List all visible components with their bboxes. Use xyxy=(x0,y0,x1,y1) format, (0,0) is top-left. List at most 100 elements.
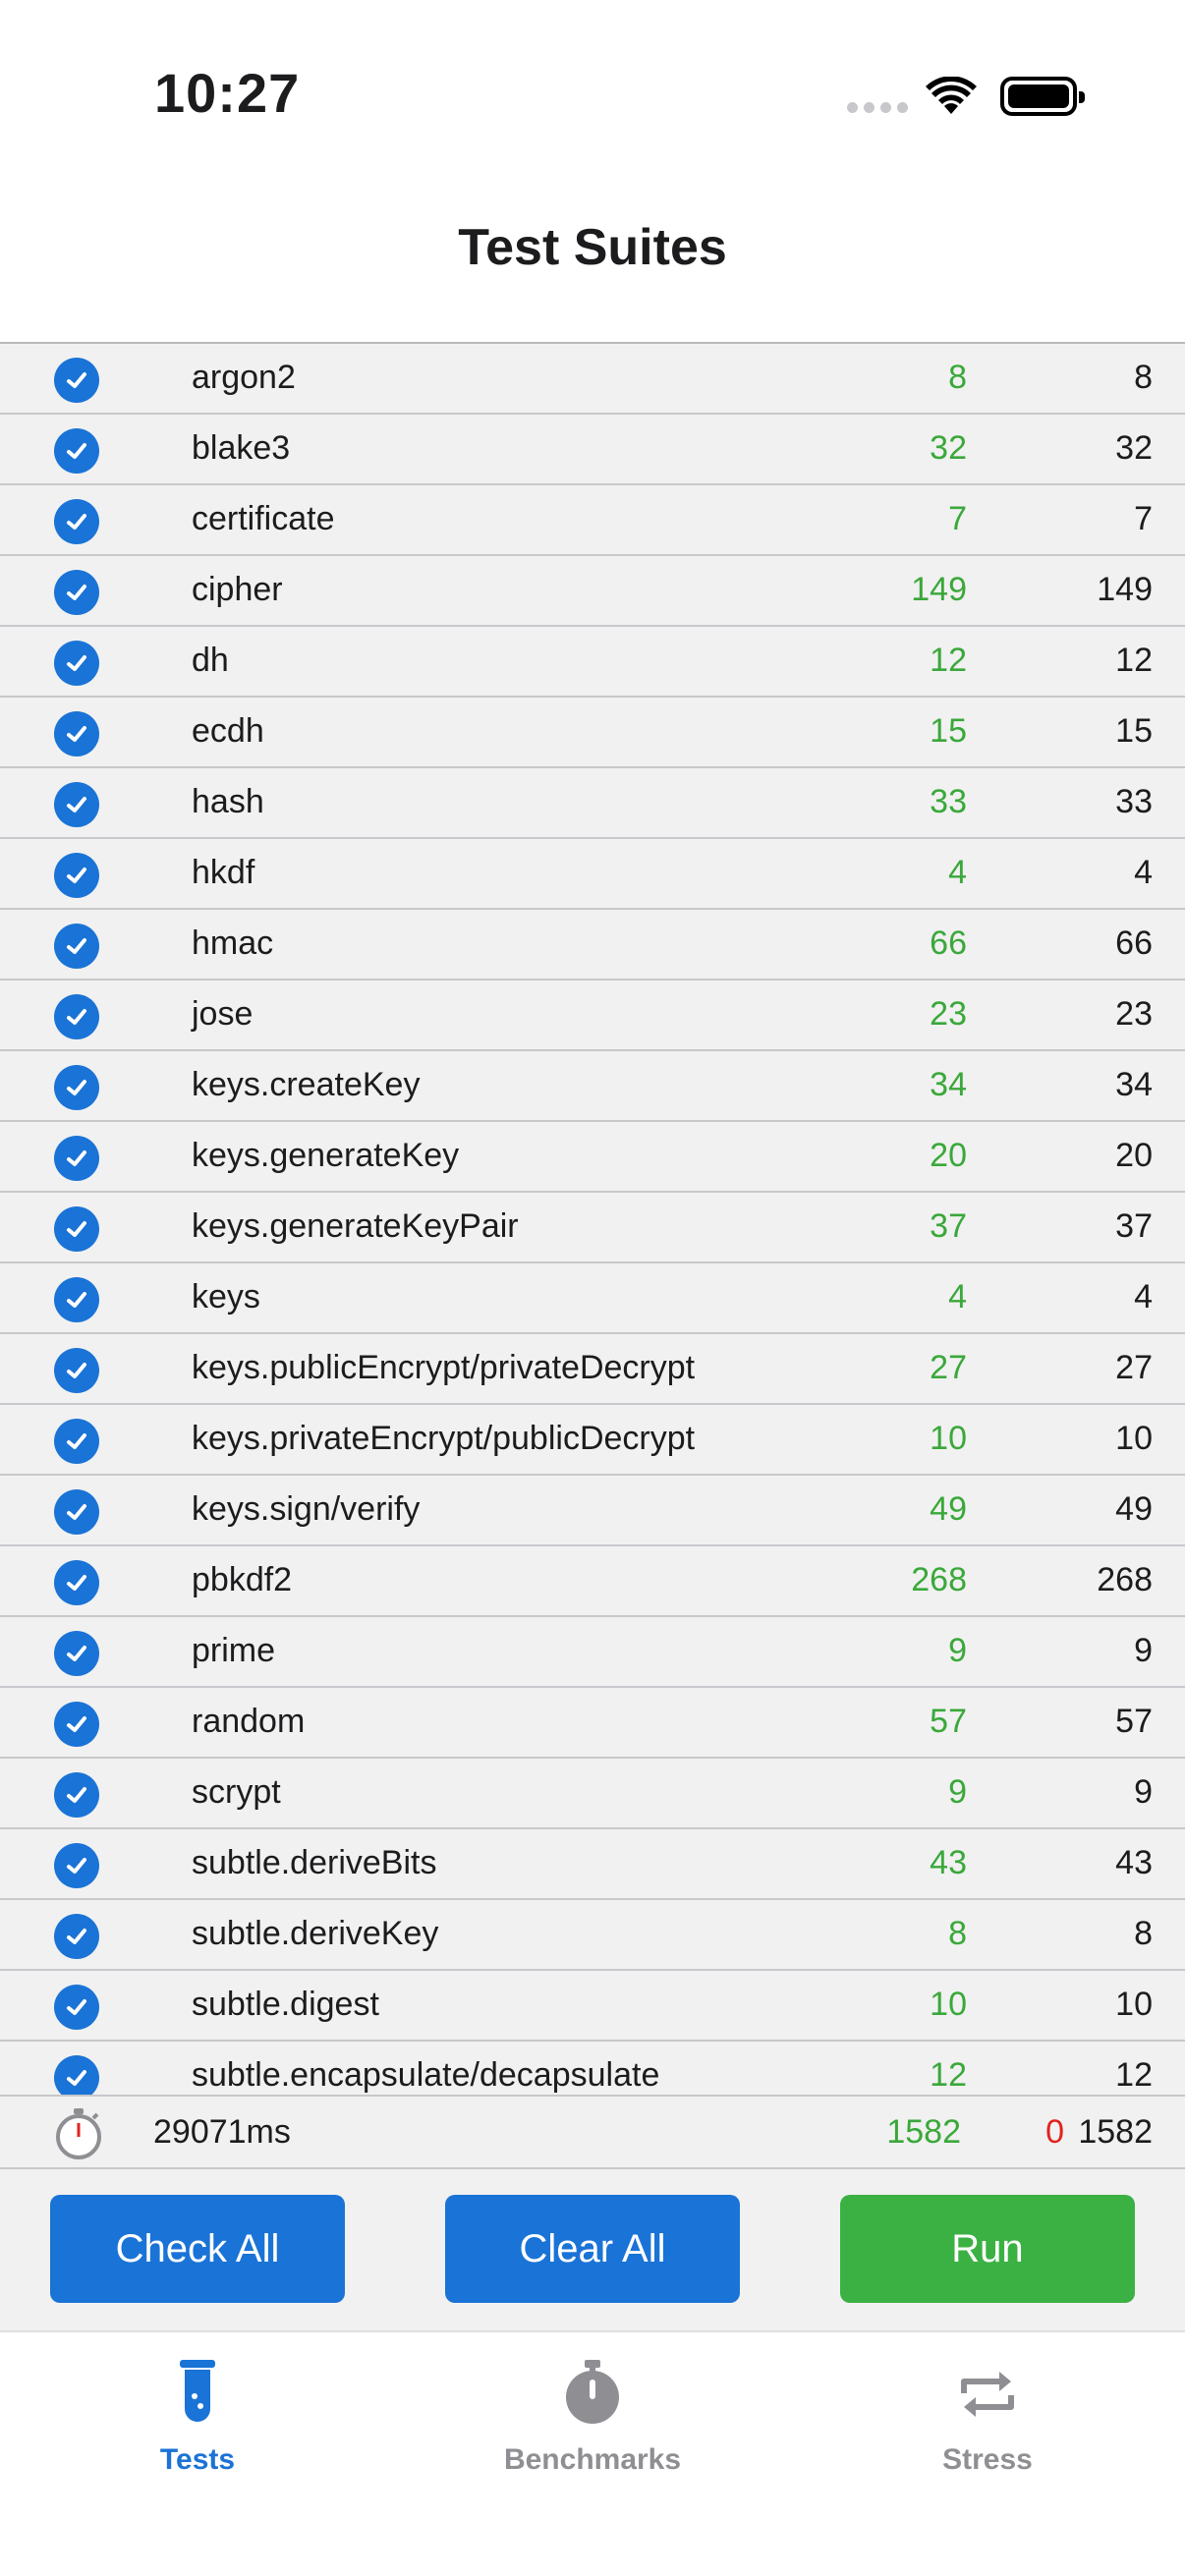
suite-total-count: 4 xyxy=(1134,1278,1153,1316)
checkbox-checked-icon[interactable] xyxy=(54,641,99,686)
table-row[interactable]: prime 9 9 xyxy=(0,1617,1185,1688)
elapsed-time: 29071ms xyxy=(153,2113,291,2151)
checkbox-checked-icon[interactable] xyxy=(54,570,99,615)
table-row[interactable]: jose 23 23 xyxy=(0,980,1185,1051)
status-time: 10:27 xyxy=(154,62,301,124)
suite-total-count: 49 xyxy=(1115,1490,1153,1528)
suite-total-count: 149 xyxy=(1097,571,1153,608)
checkbox-checked-icon[interactable] xyxy=(54,1702,99,1747)
tab-benchmarks-label: Benchmarks xyxy=(503,2443,682,2476)
suite-name: subtle.deriveKey xyxy=(192,1915,439,1952)
suite-passed-count: 43 xyxy=(930,1844,967,1881)
checkbox-checked-icon[interactable] xyxy=(54,2055,99,2095)
wifi-icon xyxy=(926,76,977,121)
total-failed-count: 0 xyxy=(1045,2113,1064,2151)
suite-total-count: 37 xyxy=(1115,1207,1153,1245)
suite-passed-count: 4 xyxy=(948,1278,967,1316)
suite-passed-count: 20 xyxy=(930,1137,967,1174)
summary-row: 29071ms 1582 0 1582 xyxy=(0,2095,1185,2169)
suite-name: dh xyxy=(192,642,229,679)
checkbox-checked-icon[interactable] xyxy=(54,1348,99,1393)
table-row[interactable]: dh 12 12 xyxy=(0,627,1185,698)
table-row[interactable]: cipher 149 149 xyxy=(0,556,1185,627)
clear-all-button[interactable]: Clear All xyxy=(445,2195,740,2303)
table-row[interactable]: subtle.digest 10 10 xyxy=(0,1971,1185,2042)
checkbox-checked-icon[interactable] xyxy=(54,1631,99,1676)
checkbox-checked-icon[interactable] xyxy=(54,782,99,827)
checkbox-checked-icon[interactable] xyxy=(54,499,99,544)
run-button[interactable]: Run xyxy=(840,2195,1135,2303)
suite-passed-count: 268 xyxy=(911,1561,967,1598)
suite-total-count: 27 xyxy=(1115,1349,1153,1386)
table-row[interactable]: random 57 57 xyxy=(0,1688,1185,1759)
checkbox-checked-icon[interactable] xyxy=(54,994,99,1039)
suite-name: keys xyxy=(192,1278,260,1316)
table-row[interactable]: hkdf 4 4 xyxy=(0,839,1185,910)
checkbox-checked-icon[interactable] xyxy=(54,853,99,898)
table-row[interactable]: keys.publicEncrypt/privateDecrypt 27 27 xyxy=(0,1334,1185,1405)
suite-name: hmac xyxy=(192,924,274,962)
table-row[interactable]: keys.sign/verify 49 49 xyxy=(0,1476,1185,1546)
checkbox-checked-icon[interactable] xyxy=(54,1206,99,1252)
checkbox-checked-icon[interactable] xyxy=(54,1560,99,1605)
checkbox-checked-icon[interactable] xyxy=(54,1065,99,1110)
table-row[interactable]: blake3 32 32 xyxy=(0,415,1185,485)
suite-name: hash xyxy=(192,783,264,820)
suite-passed-count: 32 xyxy=(930,429,967,467)
suite-name: subtle.deriveBits xyxy=(192,1844,437,1881)
checkbox-checked-icon[interactable] xyxy=(54,711,99,756)
checkbox-checked-icon[interactable] xyxy=(54,1136,99,1181)
checkbox-checked-icon[interactable] xyxy=(54,1419,99,1464)
table-row[interactable]: keys.generateKey 20 20 xyxy=(0,1122,1185,1193)
suite-total-count: 32 xyxy=(1115,429,1153,467)
checkbox-checked-icon[interactable] xyxy=(54,1985,99,2030)
table-row[interactable]: certificate 7 7 xyxy=(0,485,1185,556)
suite-total-count: 7 xyxy=(1134,500,1153,537)
table-row[interactable]: keys.generateKeyPair 37 37 xyxy=(0,1193,1185,1263)
table-row[interactable]: hmac 66 66 xyxy=(0,910,1185,980)
tab-stress[interactable]: Stress xyxy=(790,2332,1185,2490)
checkbox-checked-icon[interactable] xyxy=(54,358,99,403)
check-all-button[interactable]: Check All xyxy=(50,2195,345,2303)
table-row[interactable]: subtle.encapsulate/decapsulate 12 12 xyxy=(0,2042,1185,2095)
repeat-icon xyxy=(790,2360,1185,2430)
tab-benchmarks[interactable]: Benchmarks xyxy=(395,2332,790,2490)
checkbox-checked-icon[interactable] xyxy=(54,924,99,969)
suite-name: argon2 xyxy=(192,359,296,396)
suite-name: keys.publicEncrypt/privateDecrypt xyxy=(192,1349,696,1386)
action-bar: Check All Clear All Run xyxy=(0,2169,1185,2330)
suite-name: subtle.digest xyxy=(192,1986,379,2023)
suite-passed-count: 9 xyxy=(948,1632,967,1669)
suite-total-count: 23 xyxy=(1115,995,1153,1033)
checkbox-checked-icon[interactable] xyxy=(54,428,99,474)
table-row[interactable]: ecdh 15 15 xyxy=(0,698,1185,768)
table-row[interactable]: pbkdf2 268 268 xyxy=(0,1546,1185,1617)
table-row[interactable]: subtle.deriveKey 8 8 xyxy=(0,1900,1185,1971)
total-passed-count: 1582 xyxy=(886,2113,961,2151)
tab-tests[interactable]: Tests xyxy=(0,2332,395,2490)
suite-passed-count: 37 xyxy=(930,1207,967,1245)
suite-list[interactable]: argon2 8 8 blake3 32 32 certificate 7 7 cipher 149… xyxy=(0,344,1185,2095)
suite-total-count: 12 xyxy=(1115,642,1153,679)
suite-name: certificate xyxy=(192,500,335,537)
table-row[interactable]: subtle.deriveBits 43 43 xyxy=(0,1829,1185,1900)
checkbox-checked-icon[interactable] xyxy=(54,1277,99,1322)
checkbox-checked-icon[interactable] xyxy=(54,1772,99,1818)
suite-name: keys.sign/verify xyxy=(192,1490,421,1528)
suite-passed-count: 7 xyxy=(948,500,967,537)
suite-passed-count: 10 xyxy=(930,1986,967,2023)
table-row[interactable]: argon2 8 8 xyxy=(0,344,1185,415)
checkbox-checked-icon[interactable] xyxy=(54,1843,99,1888)
table-row[interactable]: keys 4 4 xyxy=(0,1263,1185,1334)
suite-passed-count: 12 xyxy=(930,642,967,679)
table-row[interactable]: scrypt 9 9 xyxy=(0,1759,1185,1829)
table-row[interactable]: keys.createKey 34 34 xyxy=(0,1051,1185,1122)
suite-passed-count: 33 xyxy=(930,783,967,820)
suite-passed-count: 49 xyxy=(930,1490,967,1528)
suite-total-count: 4 xyxy=(1134,854,1153,891)
table-row[interactable]: hash 33 33 xyxy=(0,768,1185,839)
checkbox-checked-icon[interactable] xyxy=(54,1489,99,1535)
total-count: 1582 xyxy=(1078,2113,1153,2151)
checkbox-checked-icon[interactable] xyxy=(54,1914,99,1959)
table-row[interactable]: keys.privateEncrypt/publicDecrypt 10 10 xyxy=(0,1405,1185,1476)
